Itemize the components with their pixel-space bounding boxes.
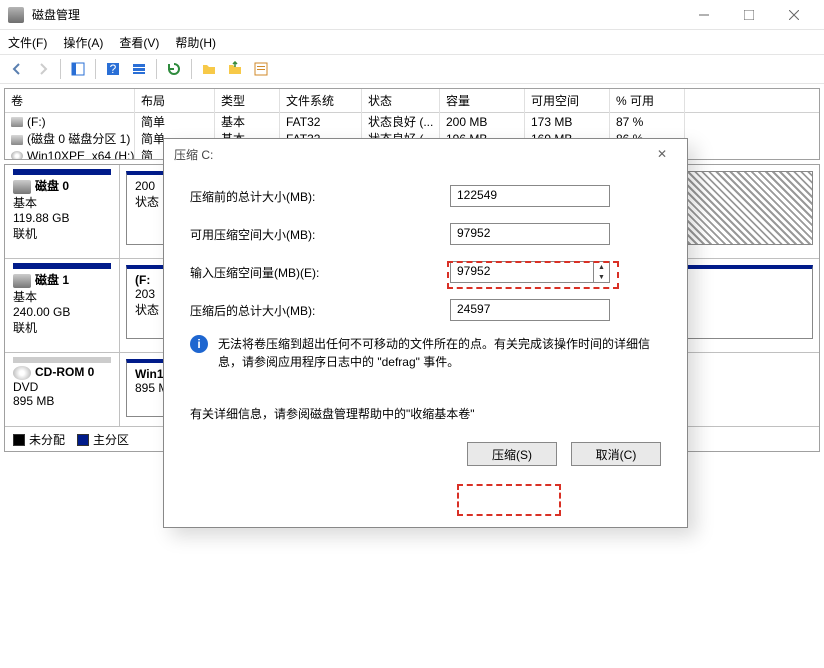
console-tree-icon[interactable] bbox=[67, 58, 89, 80]
help-link[interactable]: 有关详细信息，请参阅磁盘管理帮助中的"收缩基本卷" bbox=[190, 405, 661, 422]
col-type[interactable]: 类型 bbox=[215, 89, 280, 112]
legend-primary: 主分区 bbox=[93, 431, 129, 448]
volume-name: (磁盘 0 磁盘分区 1) bbox=[27, 132, 130, 146]
partition-box[interactable]: (F: 203 状态 bbox=[126, 265, 168, 339]
disk-size: 119.88 GB bbox=[13, 211, 111, 225]
shrink-button[interactable]: 压缩(S) bbox=[467, 442, 557, 466]
disk-name: 磁盘 1 bbox=[35, 273, 69, 287]
col-pct[interactable]: % 可用 bbox=[610, 89, 685, 112]
volume-name: Win10XPE_x64 (H:) bbox=[27, 149, 134, 161]
window-title: 磁盘管理 bbox=[32, 6, 80, 23]
disk-header-0: 磁盘 0 基本 119.88 GB 联机 bbox=[5, 165, 120, 258]
highlight-input bbox=[447, 261, 619, 289]
drive-icon bbox=[11, 117, 23, 127]
menu-view[interactable]: 查看(V) bbox=[119, 34, 159, 51]
value-after-size: 24597 bbox=[450, 299, 610, 321]
disk-icon bbox=[13, 180, 31, 194]
part-size: 203 bbox=[135, 287, 159, 301]
toolbar: ? bbox=[0, 54, 824, 84]
disk-kind: 基本 bbox=[13, 194, 111, 211]
dialog-titlebar: 压缩 C: ✕ bbox=[164, 139, 687, 169]
highlight-shrink-btn bbox=[457, 484, 561, 516]
shrink-dialog: 压缩 C: ✕ 压缩前的总计大小(MB): 122549 可用压缩空间大小(MB… bbox=[163, 138, 688, 528]
col-fs[interactable]: 文件系统 bbox=[280, 89, 362, 112]
part-size: 200 bbox=[135, 179, 159, 193]
disk-kind: 基本 bbox=[13, 288, 111, 305]
disk-name: CD-ROM 0 bbox=[35, 365, 94, 379]
label-after-size: 压缩后的总计大小(MB): bbox=[190, 302, 450, 319]
info-icon: i bbox=[190, 335, 208, 353]
folder-up-icon[interactable] bbox=[224, 58, 246, 80]
disk-header-1: 磁盘 1 基本 240.00 GB 联机 bbox=[5, 259, 120, 352]
label-shrink-amount: 输入压缩空间量(MB)(E): bbox=[190, 264, 450, 281]
properties-icon[interactable] bbox=[250, 58, 272, 80]
legend-unalloc: 未分配 bbox=[29, 431, 65, 448]
disk-kind: DVD bbox=[13, 380, 111, 394]
legend-primary-swatch bbox=[77, 434, 89, 446]
part-label: (F: bbox=[135, 273, 150, 287]
help-icon[interactable]: ? bbox=[102, 58, 124, 80]
part-state: 状态 bbox=[135, 193, 159, 210]
minimize-button[interactable] bbox=[681, 0, 726, 29]
view-list-icon[interactable] bbox=[128, 58, 150, 80]
disk-status: 联机 bbox=[13, 319, 111, 336]
folder-icon[interactable] bbox=[198, 58, 220, 80]
label-avail-shrink: 可用压缩空间大小(MB): bbox=[190, 226, 450, 243]
back-button[interactable] bbox=[6, 58, 28, 80]
col-volume[interactable]: 卷 bbox=[5, 89, 135, 112]
close-button[interactable] bbox=[771, 0, 816, 29]
menubar: 文件(F) 操作(A) 查看(V) 帮助(H) bbox=[0, 30, 824, 54]
partition-box[interactable]: 200 状态 bbox=[126, 171, 168, 245]
value-avail-shrink: 97952 bbox=[450, 223, 610, 245]
dialog-title: 压缩 C: bbox=[174, 146, 213, 163]
disk-status: 联机 bbox=[13, 225, 111, 242]
app-icon bbox=[8, 7, 24, 23]
menu-file[interactable]: 文件(F) bbox=[8, 34, 47, 51]
col-capacity[interactable]: 容量 bbox=[440, 89, 525, 112]
cd-icon bbox=[13, 366, 31, 380]
drive-icon bbox=[11, 135, 23, 145]
disk-size: 895 MB bbox=[13, 394, 111, 408]
svg-text:?: ? bbox=[110, 62, 117, 76]
part-state: 状态 bbox=[135, 301, 159, 318]
col-layout[interactable]: 布局 bbox=[135, 89, 215, 112]
partition-unalloc[interactable] bbox=[683, 171, 813, 245]
col-status[interactable]: 状态 bbox=[362, 89, 440, 112]
cd-icon bbox=[11, 151, 23, 160]
menu-help[interactable]: 帮助(H) bbox=[175, 34, 216, 51]
dialog-close-button[interactable]: ✕ bbox=[647, 147, 677, 161]
info-text: 无法将卷压缩到超出任何不可移动的文件所在的点。有关完成该操作时间的详细信息，请参… bbox=[218, 335, 661, 371]
label-before-size: 压缩前的总计大小(MB): bbox=[190, 188, 450, 205]
forward-button[interactable] bbox=[32, 58, 54, 80]
disk-size: 240.00 GB bbox=[13, 305, 111, 319]
disk-icon bbox=[13, 274, 31, 288]
legend-unalloc-swatch bbox=[13, 434, 25, 446]
col-free[interactable]: 可用空间 bbox=[525, 89, 610, 112]
menu-action[interactable]: 操作(A) bbox=[63, 34, 103, 51]
titlebar: 磁盘管理 bbox=[0, 0, 824, 30]
disk-header-cd: CD-ROM 0 DVD 895 MB bbox=[5, 353, 120, 426]
maximize-button[interactable] bbox=[726, 0, 771, 29]
disk-name: 磁盘 0 bbox=[35, 179, 69, 193]
refresh-icon[interactable] bbox=[163, 58, 185, 80]
value-before-size: 122549 bbox=[450, 185, 610, 207]
cancel-button[interactable]: 取消(C) bbox=[571, 442, 661, 466]
